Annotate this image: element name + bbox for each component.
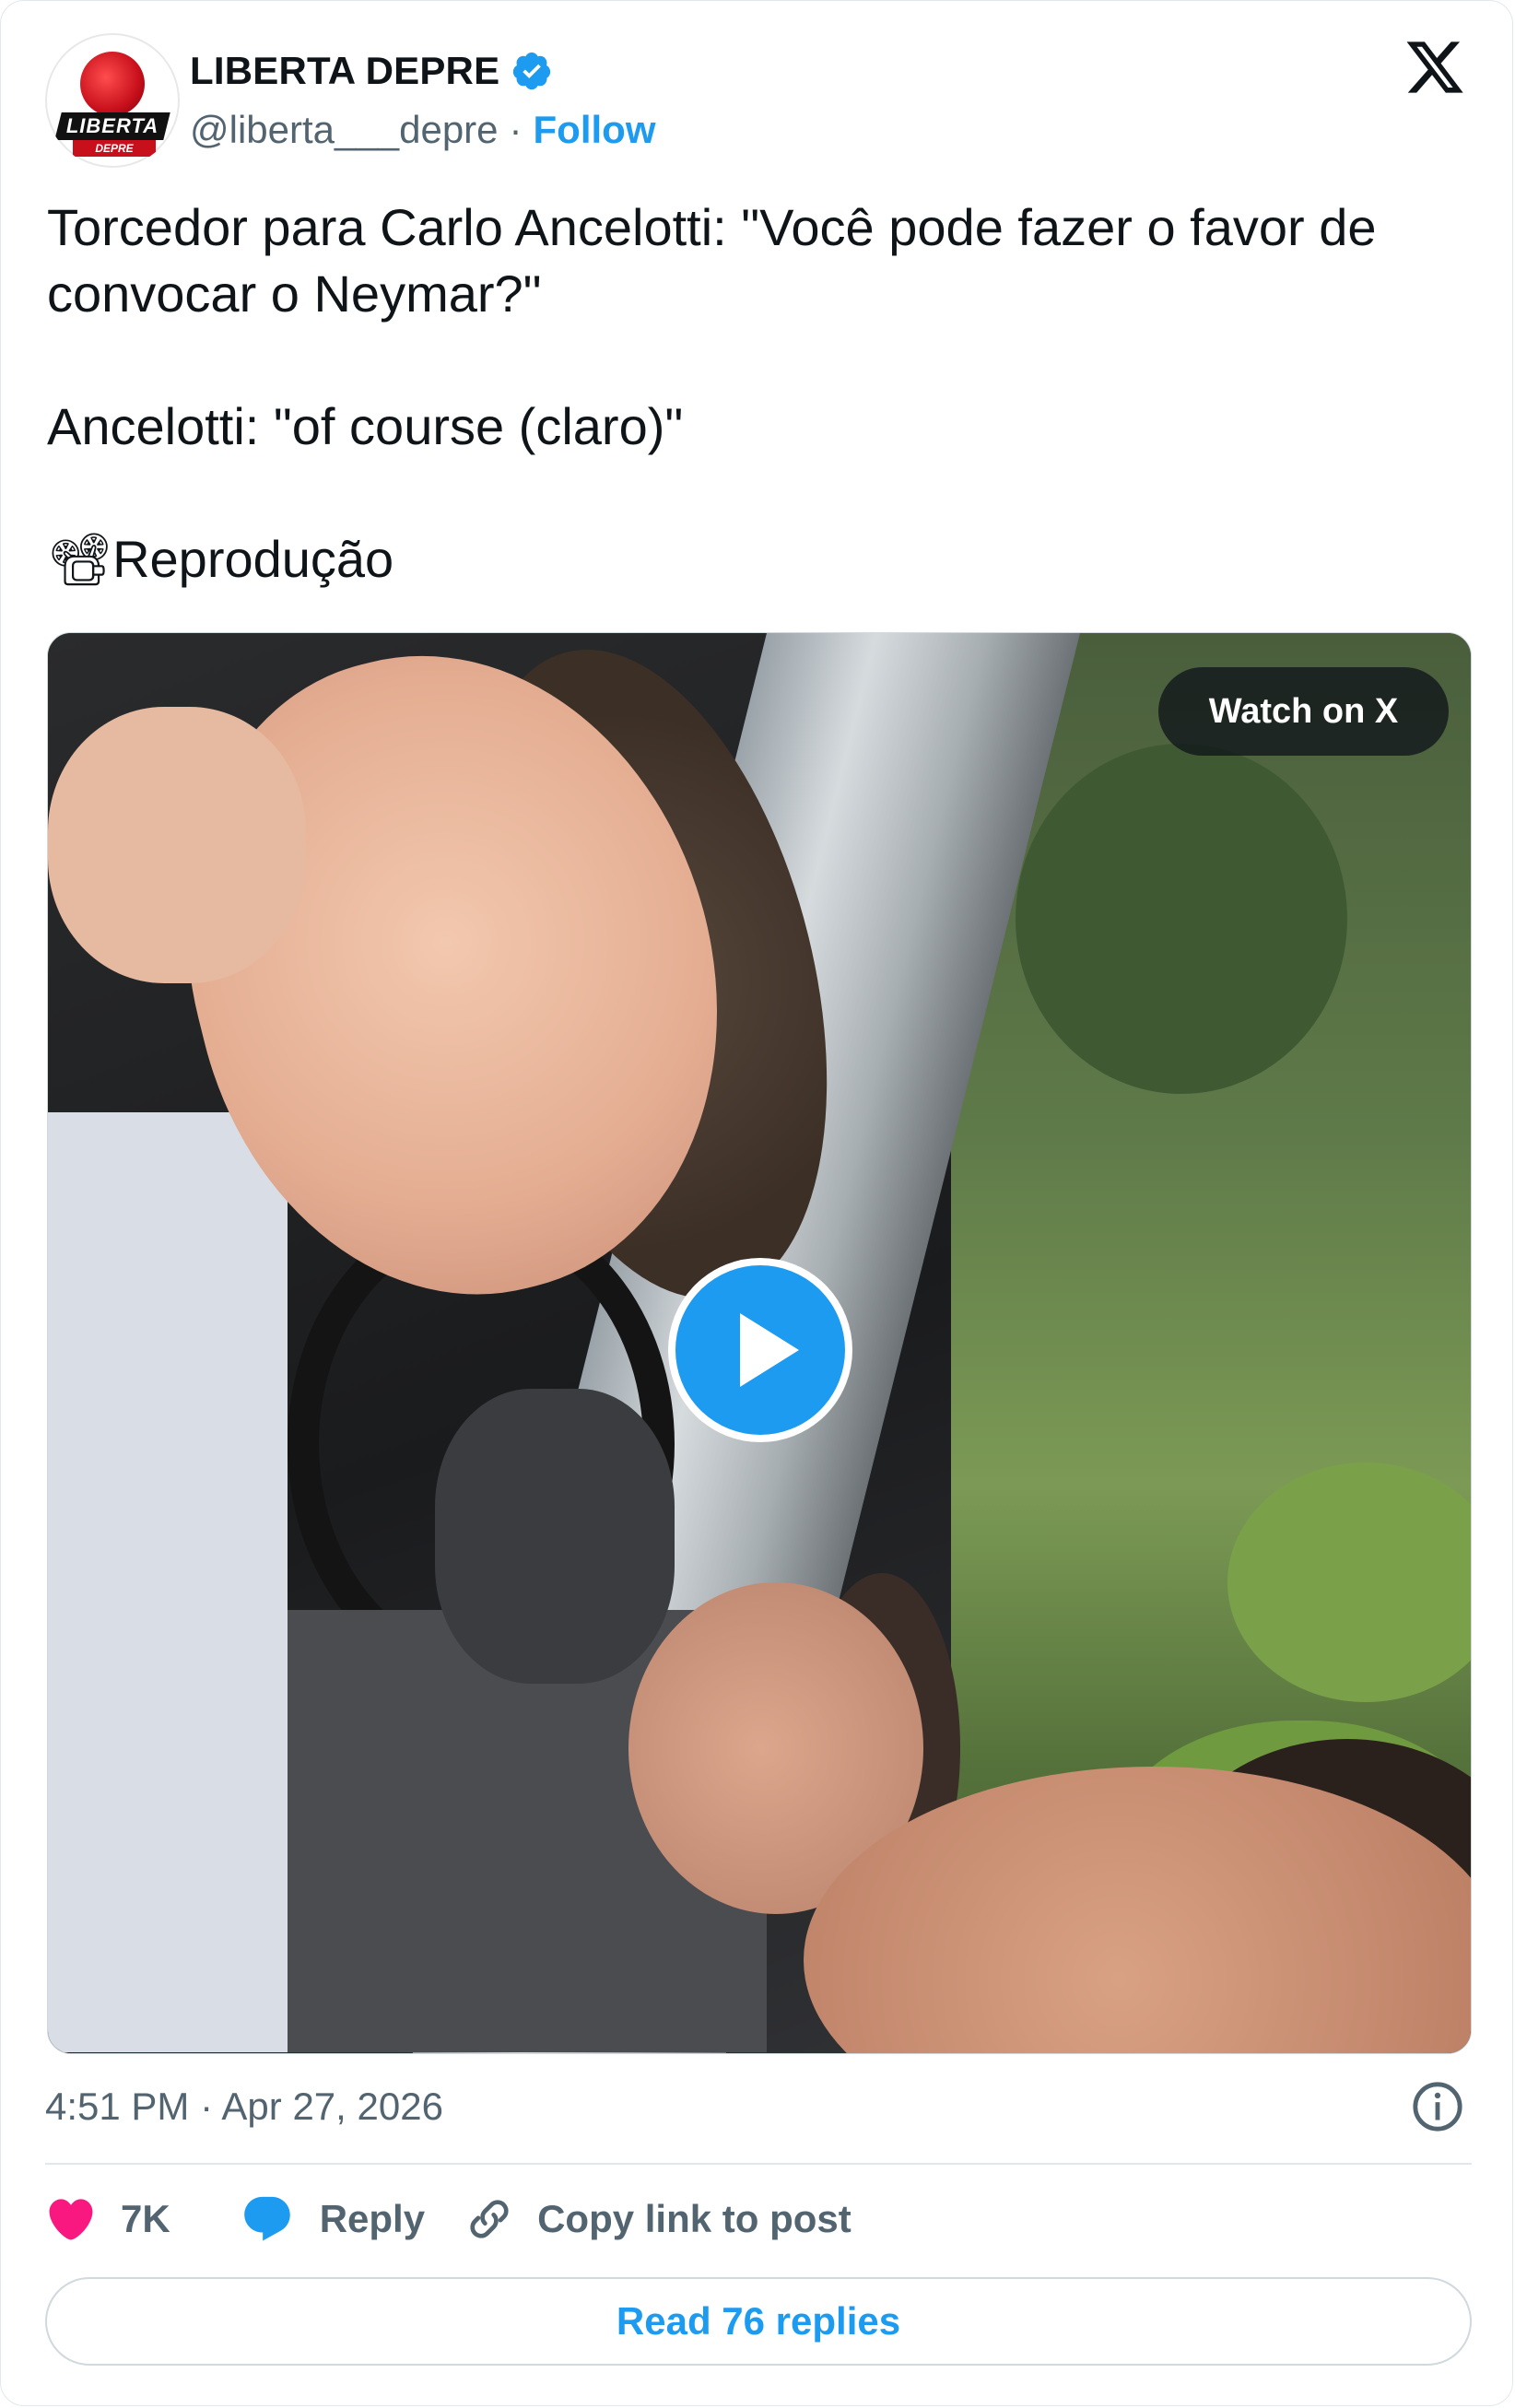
post-timestamp[interactable]: 4:51 PM · Apr 27, 2026: [45, 2079, 443, 2134]
reply-button[interactable]: Reply: [241, 2192, 425, 2246]
heart-icon: [49, 2199, 93, 2240]
like-button[interactable]: 7K: [45, 2193, 170, 2245]
divider: [45, 2163, 1472, 2165]
follow-button[interactable]: Follow: [534, 108, 656, 152]
avatar[interactable]: LIBERTA DEPRE: [45, 33, 180, 168]
verified-badge-icon: [513, 52, 551, 90]
read-replies-button[interactable]: Read 76 replies: [45, 2277, 1472, 2366]
action-bar: 7K Reply Copy link to post: [45, 2190, 851, 2249]
video-media[interactable]: Watch on X: [47, 632, 1472, 2054]
author-display-name[interactable]: LIBERTA DEPRE: [190, 49, 499, 93]
play-button[interactable]: [668, 1258, 852, 1442]
like-count: 7K: [121, 2197, 170, 2240]
copy-link-label: Copy link to post: [537, 2197, 851, 2240]
author-handle[interactable]: @liberta___depre: [190, 108, 499, 152]
tweet-card: LIBERTA DEPRE LIBERTA DEPRE @liberta___d…: [0, 0, 1513, 2406]
avatar-ball-graphic: [80, 52, 145, 116]
avatar-logo-subtext: DEPRE: [73, 140, 156, 157]
play-icon: [740, 1313, 799, 1387]
author-name-row: LIBERTA DEPRE: [190, 45, 553, 97]
tweet-text-line: 📽Reprodução: [47, 530, 394, 588]
watch-on-x-button[interactable]: Watch on X: [1158, 667, 1449, 756]
avatar-logo-text: LIBERTA: [65, 114, 159, 137]
author-handle-row: @liberta___depre · Follow: [190, 104, 656, 156]
x-logo-icon[interactable]: [1403, 36, 1466, 99]
copy-link-button[interactable]: Copy link to post: [464, 2193, 851, 2245]
tweet-text-line: Torcedor para Carlo Ancelotti: "Você pod…: [47, 198, 1377, 323]
separator-dot: ·: [509, 108, 523, 151]
tweet-text: Torcedor para Carlo Ancelotti: "Você pod…: [47, 194, 1485, 593]
tweet-text-line: Ancelotti: "of course (claro)": [47, 397, 684, 455]
link-icon: [470, 2200, 509, 2238]
reply-bubble-icon: [243, 2196, 290, 2241]
reply-label: Reply: [319, 2197, 426, 2240]
info-icon[interactable]: [1411, 2080, 1464, 2133]
